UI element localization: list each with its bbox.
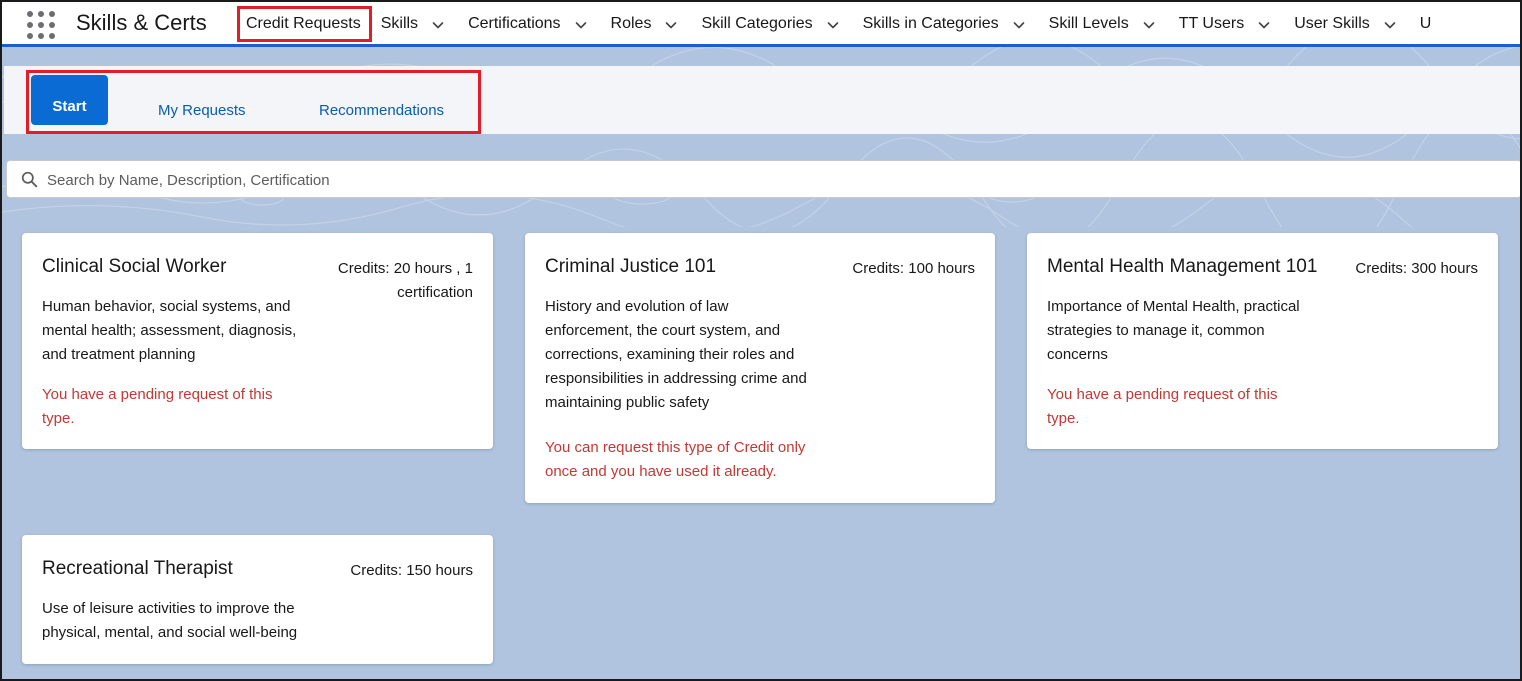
card-mental-health-management-101[interactable]: Mental Health Management 101 Credits: 30… [1027, 233, 1498, 449]
nav-item-label: Certifications [468, 14, 561, 32]
chevron-down-icon[interactable] [1143, 18, 1155, 30]
card-description: Human behavior, social systems, and ment… [42, 298, 297, 363]
nav-item-label: Skill Levels [1048, 14, 1129, 32]
search-input[interactable] [47, 167, 1447, 193]
nav-item-skills-in-categories[interactable]: Skills in Categories [851, 0, 1037, 44]
search-icon [21, 171, 38, 188]
nav-item-label: Skill Categories [701, 14, 813, 32]
card-description: History and evolution of law enforcement… [545, 298, 807, 411]
card-credits: Credits: 150 hours [350, 562, 473, 579]
chevron-down-icon[interactable] [665, 18, 677, 30]
highlight-box-credit-requests [237, 6, 372, 42]
search-box [6, 160, 1522, 198]
nav-item-tt-users[interactable]: TT Users [1167, 0, 1282, 44]
chevron-down-icon[interactable] [575, 18, 587, 30]
nav-item-skill-categories[interactable]: Skill Categories [689, 0, 850, 44]
card-warning: You have a pending request of this type. [1047, 386, 1278, 427]
card-clinical-social-worker[interactable]: Clinical Social Worker Credits: 20 hours… [22, 233, 493, 449]
app-launcher-icon[interactable] [27, 11, 55, 39]
top-nav: Skills & Certs Credit Requests Skills Cert… [0, 0, 1522, 47]
nav-item-label: Skills in Categories [862, 14, 999, 32]
card-title: Mental Health Management 101 [1047, 256, 1318, 277]
card-description: Importance of Mental Health, practical s… [1047, 298, 1300, 363]
card-title: Recreational Therapist [42, 558, 233, 579]
nav-items: Credit Requests Skills Certifications Roles… [238, 0, 1444, 44]
card-recreational-therapist[interactable]: Recreational Therapist Credits: 150 hour… [22, 535, 493, 664]
chevron-down-icon[interactable] [1013, 18, 1025, 30]
app-title: Skills & Certs [76, 10, 207, 35]
nav-item-user-skills[interactable]: User Skills [1282, 0, 1408, 44]
card-title: Clinical Social Worker [42, 256, 227, 277]
card-description: Use of leisure activities to improve the… [42, 600, 298, 641]
highlight-box-tabs [26, 70, 481, 134]
card-warning: You have a pending request of this type. [42, 386, 273, 427]
nav-item-label: User Skills [1294, 14, 1370, 32]
chevron-down-icon[interactable] [827, 18, 839, 30]
card-credits: Credits: 100 hours [852, 260, 975, 277]
nav-item-label: Skills [380, 14, 419, 32]
card-title: Criminal Justice 101 [545, 256, 717, 277]
nav-item-skill-levels[interactable]: Skill Levels [1037, 0, 1167, 44]
card-criminal-justice-101[interactable]: Criminal Justice 101 Credits: 100 hours … [525, 233, 995, 503]
card-credits: Credits: 300 hours [1355, 260, 1478, 277]
card-warning: You can request this type of Credit only… [545, 439, 806, 480]
nav-item-label: TT Users [1178, 14, 1245, 32]
nav-item-roles[interactable]: Roles [599, 0, 690, 44]
nav-item-u[interactable]: U [1408, 0, 1444, 44]
nav-item-skills[interactable]: Skills [369, 0, 456, 44]
chevron-down-icon[interactable] [1384, 18, 1396, 30]
card-credits: Credits: 20 hours , 1 certification [337, 260, 473, 301]
nav-item-label: U [1419, 14, 1432, 32]
nav-item-label: Roles [610, 14, 652, 32]
chevron-down-icon[interactable] [1258, 18, 1270, 30]
nav-item-certifications[interactable]: Certifications [456, 0, 598, 44]
chevron-down-icon[interactable] [432, 18, 444, 30]
